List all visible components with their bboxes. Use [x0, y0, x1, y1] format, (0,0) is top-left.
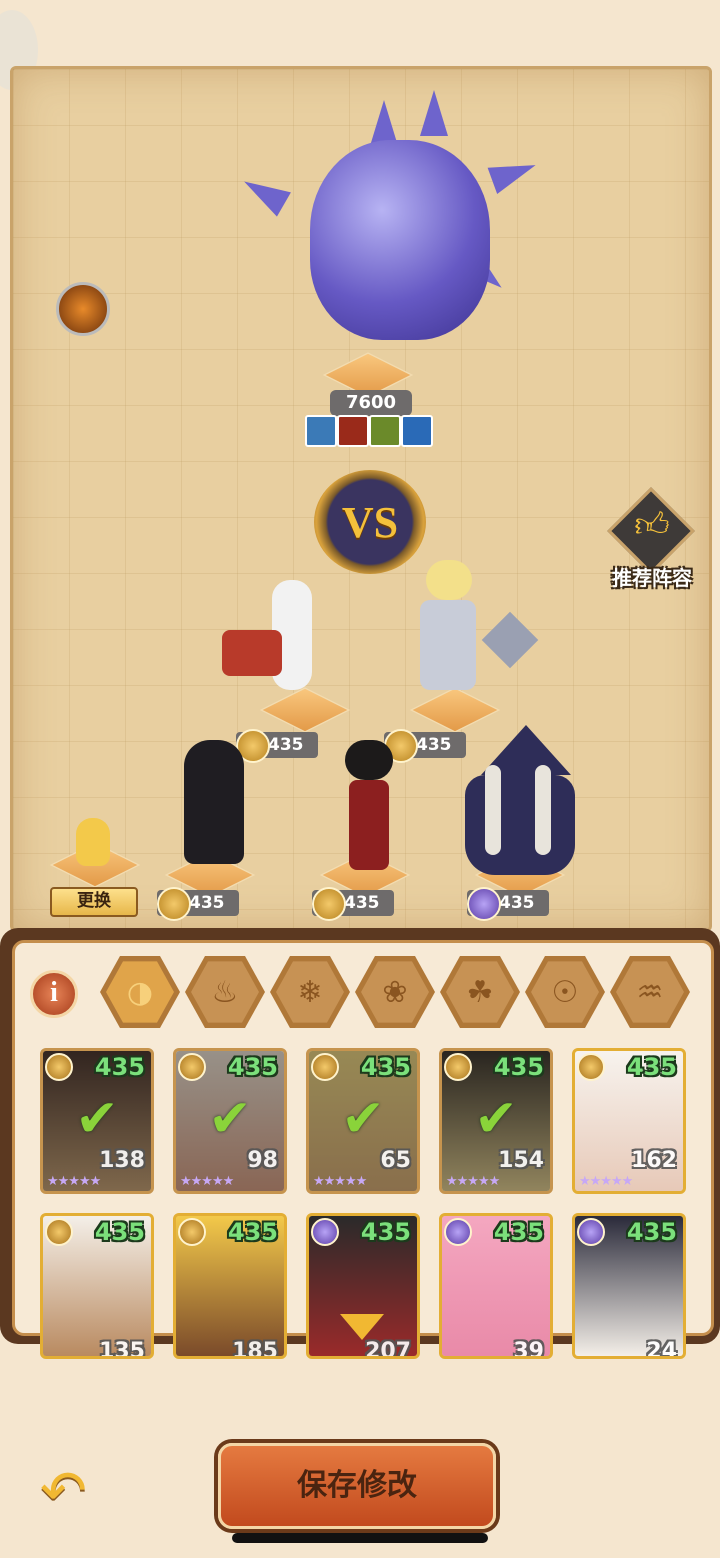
selected-check-icon: ✔: [341, 1089, 385, 1149]
filter-fire[interactable]: ♨: [185, 952, 265, 1032]
swap-button[interactable]: 更换: [50, 887, 138, 917]
boss-power: 7600: [330, 390, 412, 416]
element-badge-icon: [444, 1053, 472, 1081]
roster-card[interactable]: 435 ✔ 138 ★★★★★: [40, 1048, 154, 1194]
element-badge-icon: [178, 1053, 206, 1081]
boss-monster: [237, 90, 541, 360]
selected-check-icon: ✔: [75, 1089, 119, 1149]
element-badge-icon: [577, 1053, 605, 1081]
filter-water[interactable]: ♒: [610, 952, 690, 1032]
roster-card[interactable]: 435 24: [572, 1213, 686, 1359]
hero-slot-4[interactable]: [335, 740, 405, 875]
save-changes-button[interactable]: 保存修改: [218, 1443, 496, 1529]
star-rating: ★★★★★: [579, 1174, 633, 1189]
info-button[interactable]: i: [30, 970, 78, 1018]
selected-check-icon: ✔: [474, 1089, 518, 1149]
hero-slot-5[interactable]: [455, 725, 605, 885]
element-badge-icon: [45, 1218, 73, 1246]
element-badge-icon: [178, 1218, 206, 1246]
back-arrow-icon[interactable]: ↶: [40, 1464, 110, 1520]
boss-skill-icon[interactable]: [56, 282, 110, 336]
hero-slot-3[interactable]: [170, 730, 260, 870]
star-rating: ★★★★★: [313, 1174, 367, 1189]
selected-check-icon: ✔: [208, 1089, 252, 1149]
filter-all[interactable]: ◑: [100, 952, 180, 1032]
boss-skill-2-icon[interactable]: [337, 415, 369, 447]
filter-nature[interactable]: ☘: [440, 952, 520, 1032]
thumbs-up-icon: 👍︎: [634, 505, 670, 545]
boss-skill-3-icon[interactable]: [369, 415, 401, 447]
home-indicator[interactable]: [232, 1533, 488, 1543]
star-rating: ★★★★★: [446, 1174, 500, 1189]
star-rating: ★★★★★: [47, 1174, 101, 1189]
element-badge-icon: [444, 1218, 472, 1246]
hero-slot-2[interactable]: [400, 560, 540, 700]
filter-ice[interactable]: ❄: [270, 952, 350, 1032]
element-badge-icon: [311, 1053, 339, 1081]
element-badge-icon: [311, 1218, 339, 1246]
boss-skill-4-icon[interactable]: [401, 415, 433, 447]
roster-card[interactable]: 435 ✔ 65 ★★★★★: [306, 1048, 420, 1194]
roster-card[interactable]: 435 ✔ 154 ★★★★★: [439, 1048, 553, 1194]
hero-slot-1[interactable]: [222, 570, 352, 700]
hero-power-3: 435: [157, 887, 239, 921]
filter-light[interactable]: ☉: [525, 952, 605, 1032]
roster-card[interactable]: 435 162 ★★★★★: [572, 1048, 686, 1194]
empty-slot-pet[interactable]: [76, 818, 110, 866]
boss-skill-1-icon[interactable]: [305, 415, 337, 447]
roster-card[interactable]: 435 ✔ 98 ★★★★★: [173, 1048, 287, 1194]
recommend-lineup-label[interactable]: 推荐阵容: [600, 562, 704, 591]
roster-card[interactable]: 435 185: [173, 1213, 287, 1359]
scroll-down-icon[interactable]: [340, 1314, 384, 1340]
element-badge-icon: [577, 1218, 605, 1246]
hero-power-4: 435: [312, 887, 394, 921]
filter-wind[interactable]: ❀: [355, 952, 435, 1032]
element-badge-icon: [45, 1053, 73, 1081]
roster-card[interactable]: 435 135: [40, 1213, 154, 1359]
hero-power-5: 435: [467, 887, 549, 921]
roster-card[interactable]: 435 39: [439, 1213, 553, 1359]
star-rating: ★★★★★: [180, 1174, 234, 1189]
vs-emblem: VS: [314, 470, 426, 574]
